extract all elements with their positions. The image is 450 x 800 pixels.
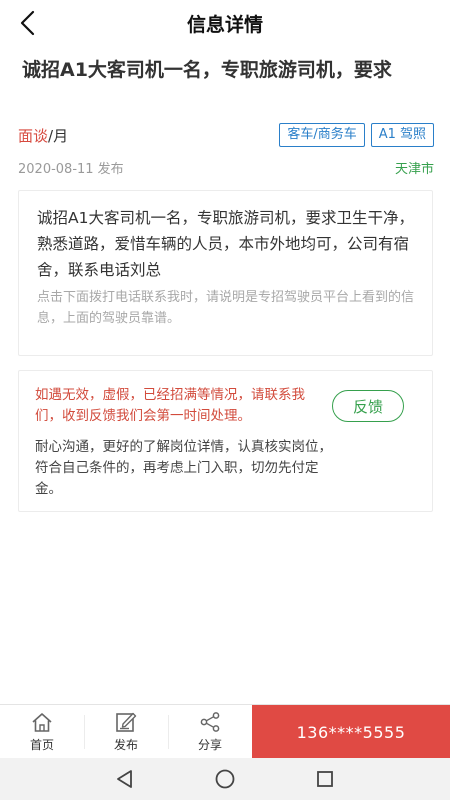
header-bar: 信息详情: [0, 0, 450, 46]
tip-text: 耐心沟通，更好的了解岗位详情，认真核实岗位，符合自己条件的，再考虑上门入职，切勿…: [35, 439, 332, 497]
nav-home[interactable]: 首页: [0, 705, 84, 759]
tag-license: A1 驾照: [370, 123, 434, 147]
meta-row: 2020-08-11 发布 天津市: [18, 156, 434, 178]
share-icon: [197, 711, 223, 733]
edit-icon: [113, 711, 139, 733]
nav-publish[interactable]: 发布: [84, 705, 168, 759]
system-recents-button[interactable]: [313, 767, 337, 791]
description-text: 诚招A1大客司机一名，专职旅游司机，要求卫生干净，熟悉道路，爱惜车辆的人员，本市…: [37, 209, 414, 279]
system-home-button[interactable]: [213, 767, 237, 791]
system-back-button[interactable]: [113, 767, 137, 791]
nav-share[interactable]: 分享: [168, 705, 252, 759]
system-navigation-bar: [0, 758, 450, 800]
bottom-action-bar: 首页 发布 分享 136****5555: [0, 704, 450, 759]
warning-text: 如遇无效，虚假，已经招满等情况，请联系我们，收到反馈我们会第一时间处理。: [35, 387, 305, 424]
triangle-back-icon: [117, 770, 132, 788]
salary-unit: /月: [48, 126, 69, 145]
feedback-button[interactable]: 反馈: [332, 390, 404, 422]
publish-date: 2020-08-11 发布: [18, 161, 124, 177]
back-button[interactable]: [12, 6, 42, 40]
home-icon: [29, 711, 55, 733]
job-title: 诚招A1大客司机一名，专职旅游司机，要求: [22, 59, 392, 81]
salary-row: 面谈/月 客车/商务车 A1 驾照: [18, 122, 434, 148]
salary: 面谈/月: [18, 125, 68, 146]
circle-home-icon: [215, 769, 235, 789]
square-recents-icon: [317, 771, 333, 787]
nav-share-label: 分享: [197, 738, 222, 752]
job-tags: 客车/商务车 A1 驾照: [279, 123, 434, 147]
nav-publish-label: 发布: [113, 738, 138, 752]
page-title: 信息详情: [186, 13, 263, 36]
description-note: 点击下面拨打电话联系我时，请说明是专招驾驶员平台上看到的信息，上面的驾驶员靠谱。: [37, 290, 415, 326]
salary-value: 面谈: [18, 126, 49, 145]
notice-card: 如遇无效，虚假，已经招满等情况，请联系我们，收到反馈我们会第一时间处理。 反馈 …: [18, 370, 433, 512]
description-card: 诚招A1大客司机一名，专职旅游司机，要求卫生干净，熟悉道路，爱惜车辆的人员，本市…: [18, 190, 433, 356]
warning-row: 如遇无效，虚假，已经招满等情况，请联系我们，收到反馈我们会第一时间处理。 反馈: [35, 385, 416, 427]
back-arrow-icon: [20, 10, 35, 36]
call-phone-button[interactable]: 136****5555: [252, 705, 450, 759]
nav-home-label: 首页: [29, 738, 54, 752]
city-label: 天津市: [394, 161, 434, 177]
tag-vehicle-type: 客车/商务车: [279, 123, 365, 147]
